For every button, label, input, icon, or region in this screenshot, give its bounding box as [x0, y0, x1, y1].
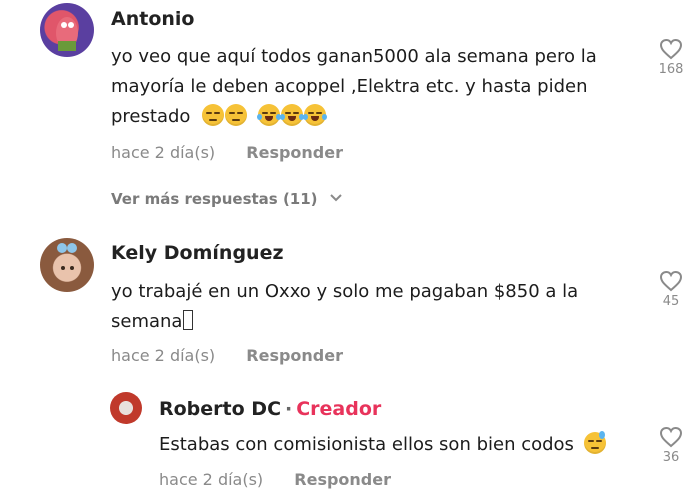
- chevron-down-icon: [330, 194, 342, 202]
- avatar[interactable]: [110, 392, 142, 424]
- relieved-face-icon: [202, 104, 225, 126]
- laughing-tears-face-icon: [302, 104, 327, 126]
- reply-button[interactable]: Responder: [246, 143, 343, 162]
- heart-icon: [659, 270, 683, 292]
- like-button[interactable]: 45: [651, 270, 691, 309]
- comment-text-line: yo veo que aquí todos ganan5000 ala sema…: [111, 46, 597, 67]
- view-more-replies-button[interactable]: Ver más respuestas (11): [111, 190, 343, 208]
- like-count: 45: [662, 294, 680, 309]
- like-button[interactable]: 36: [651, 426, 691, 465]
- comment-author[interactable]: Kely Domínguez: [111, 242, 284, 264]
- comment-text-fragment: Estabas con comisionista ellos son bien …: [159, 434, 574, 455]
- avatar-image-icon: [57, 243, 77, 270]
- relieved-face-icon: [225, 104, 248, 126]
- comment-timestamp: hace 2 día(s): [111, 143, 216, 162]
- like-button[interactable]: 168: [651, 38, 691, 77]
- missing-glyph-icon: [183, 310, 194, 330]
- separator: ·: [285, 398, 293, 420]
- comment-author[interactable]: Antonio: [111, 8, 194, 30]
- laughing-tears-face-icon: [256, 104, 281, 126]
- avatar[interactable]: [40, 238, 94, 292]
- comment-text-line: Estabas con comisionista ellos son bien …: [159, 430, 607, 460]
- sweat-smile-face-icon: [583, 431, 606, 454]
- reply-author-line: Roberto DC · Creador: [159, 398, 381, 420]
- comment-text-line: semana: [111, 307, 194, 337]
- comment-text-line: mayoría le deben acoppel ,Elektra etc. y…: [111, 76, 588, 97]
- comment-meta: hace 2 día(s) Responder: [111, 346, 343, 365]
- comment-timestamp: hace 2 día(s): [111, 346, 216, 365]
- comment-text-fragment: prestado: [111, 106, 191, 127]
- like-count: 36: [662, 450, 680, 465]
- comment-text-line: yo trabajé en un Oxxo y solo me pagaban …: [111, 281, 579, 302]
- avatar[interactable]: [40, 3, 94, 57]
- comment-text-line-with-emoji: prestado: [111, 102, 327, 132]
- reply-button[interactable]: Responder: [246, 346, 343, 365]
- comment-author[interactable]: Roberto DC: [159, 398, 281, 420]
- comment-text-fragment: semana: [111, 311, 183, 332]
- heart-icon: [659, 38, 683, 60]
- avatar-image-icon: [56, 17, 78, 51]
- comment-meta: hace 2 día(s) Responder: [111, 143, 343, 162]
- heart-icon: [659, 426, 683, 448]
- laughing-tears-face-icon: [279, 104, 304, 126]
- creator-badge: Creador: [296, 398, 382, 420]
- view-more-replies-label: Ver más respuestas (11): [111, 190, 318, 208]
- like-count: 168: [658, 62, 684, 77]
